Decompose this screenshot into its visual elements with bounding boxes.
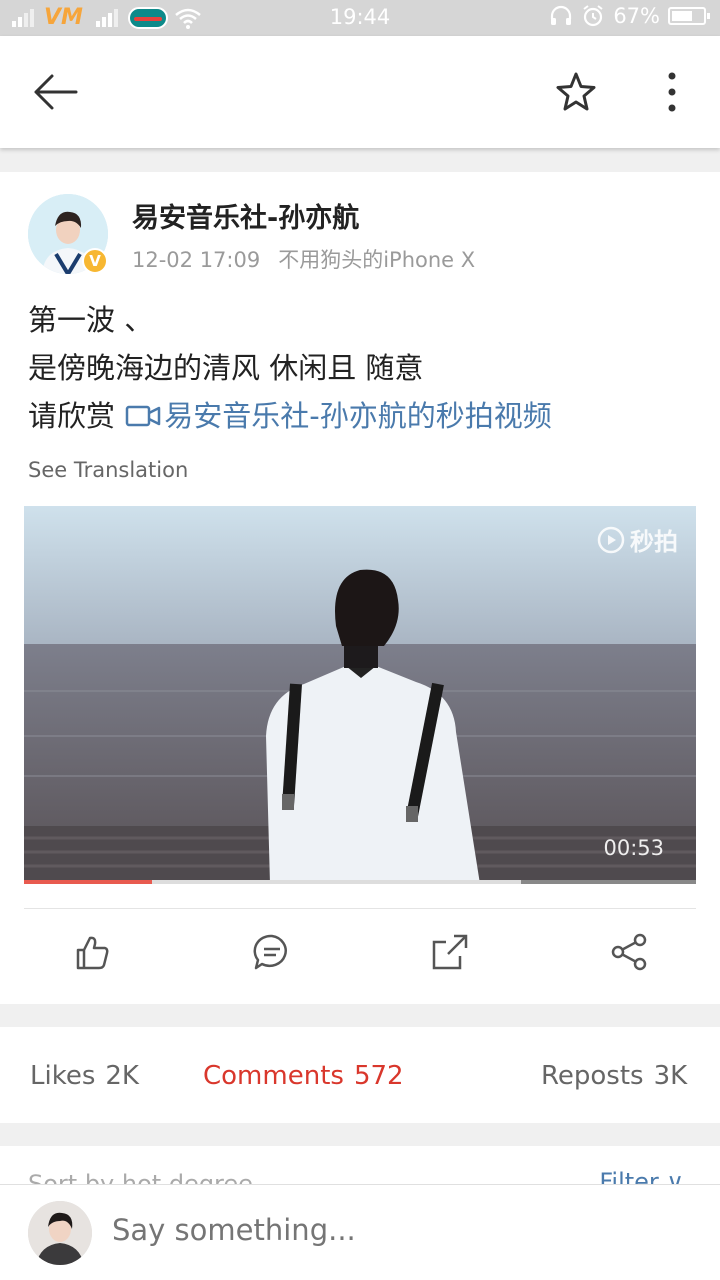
battery-percent: 67% <box>613 4 660 28</box>
post-line-2: 是傍晚海边的清风 休闲且 随意 <box>28 351 424 385</box>
more-vertical-icon[interactable] <box>650 68 694 116</box>
divider <box>24 908 696 909</box>
post-line-1: 第一波 、 <box>28 303 154 337</box>
reposts-count: 3K <box>653 1061 688 1091</box>
comment-input-bar <box>0 1184 720 1280</box>
video-link-text: 易安音乐社-孙亦航的秒拍视频 <box>164 399 552 433</box>
comment-bubble-icon[interactable] <box>252 932 292 972</box>
post-line-3: 请欣赏 易安音乐社-孙亦航的秒拍视频 <box>28 392 552 440</box>
see-translation-link[interactable]: See Translation <box>28 458 188 482</box>
watermark-text: 秒拍 <box>630 528 678 556</box>
star-outline-icon[interactable] <box>552 68 600 116</box>
video-buffer-fill <box>151 880 522 884</box>
tab-likes[interactable]: Likes 2K <box>30 1061 139 1091</box>
alarm-icon <box>583 5 603 27</box>
verified-badge: V <box>82 248 108 274</box>
post-card: V 易安音乐社-孙亦航 12-02 17:09 不用狗头的iPhone X 第一波… <box>0 172 720 1004</box>
thumbs-up-icon[interactable] <box>72 932 112 972</box>
post-actions <box>0 932 720 984</box>
video-link[interactable]: 易安音乐社-孙亦航的秒拍视频 <box>124 399 552 433</box>
share-nodes-icon[interactable] <box>610 932 650 972</box>
video-camera-icon <box>125 405 161 427</box>
engagement-tabs: Likes 2K Comments 572 Reposts 3K <box>0 1027 720 1123</box>
likes-count: 2K <box>105 1061 139 1091</box>
app-bar <box>0 36 720 148</box>
comments-count: 572 <box>353 1061 404 1091</box>
video-progress-fill <box>24 880 152 884</box>
tab-comments[interactable]: Comments 572 <box>203 1061 404 1091</box>
post-line-3-text: 请欣赏 <box>28 399 116 433</box>
video-thumbnail <box>24 506 696 884</box>
miaopai-watermark: 秒拍 <box>596 522 678 557</box>
video-player[interactable]: 秒拍 00:53 <box>24 506 696 884</box>
play-circle-icon <box>597 526 625 553</box>
tab-reposts[interactable]: Reposts 3K <box>541 1061 687 1091</box>
repost-arrow-icon[interactable] <box>430 932 470 972</box>
battery-icon <box>668 7 710 25</box>
post-source: 不用狗头的iPhone X <box>278 248 476 272</box>
likes-label: Likes <box>30 1061 96 1091</box>
post-meta: 12-02 17:09 不用狗头的iPhone X <box>132 244 475 274</box>
author-name[interactable]: 易安音乐社-孙亦航 <box>132 196 359 235</box>
reposts-label: Reposts <box>541 1061 644 1091</box>
status-bar: VM 19:44 67% <box>0 0 720 36</box>
video-progress-bar[interactable] <box>24 880 696 884</box>
back-arrow-icon[interactable] <box>30 70 82 114</box>
comments-label: Comments <box>203 1061 344 1091</box>
battery-level <box>672 11 693 21</box>
comment-input[interactable] <box>112 1213 672 1247</box>
video-duration: 00:53 <box>603 836 664 860</box>
post-timestamp: 12-02 17:09 <box>132 248 261 272</box>
user-avatar[interactable] <box>28 1201 92 1265</box>
headset-icon <box>551 5 572 25</box>
post-text: 第一波 、 是傍晚海边的清风 休闲且 随意 请欣赏 易安音乐社-孙亦航的秒拍视频 <box>28 296 552 440</box>
